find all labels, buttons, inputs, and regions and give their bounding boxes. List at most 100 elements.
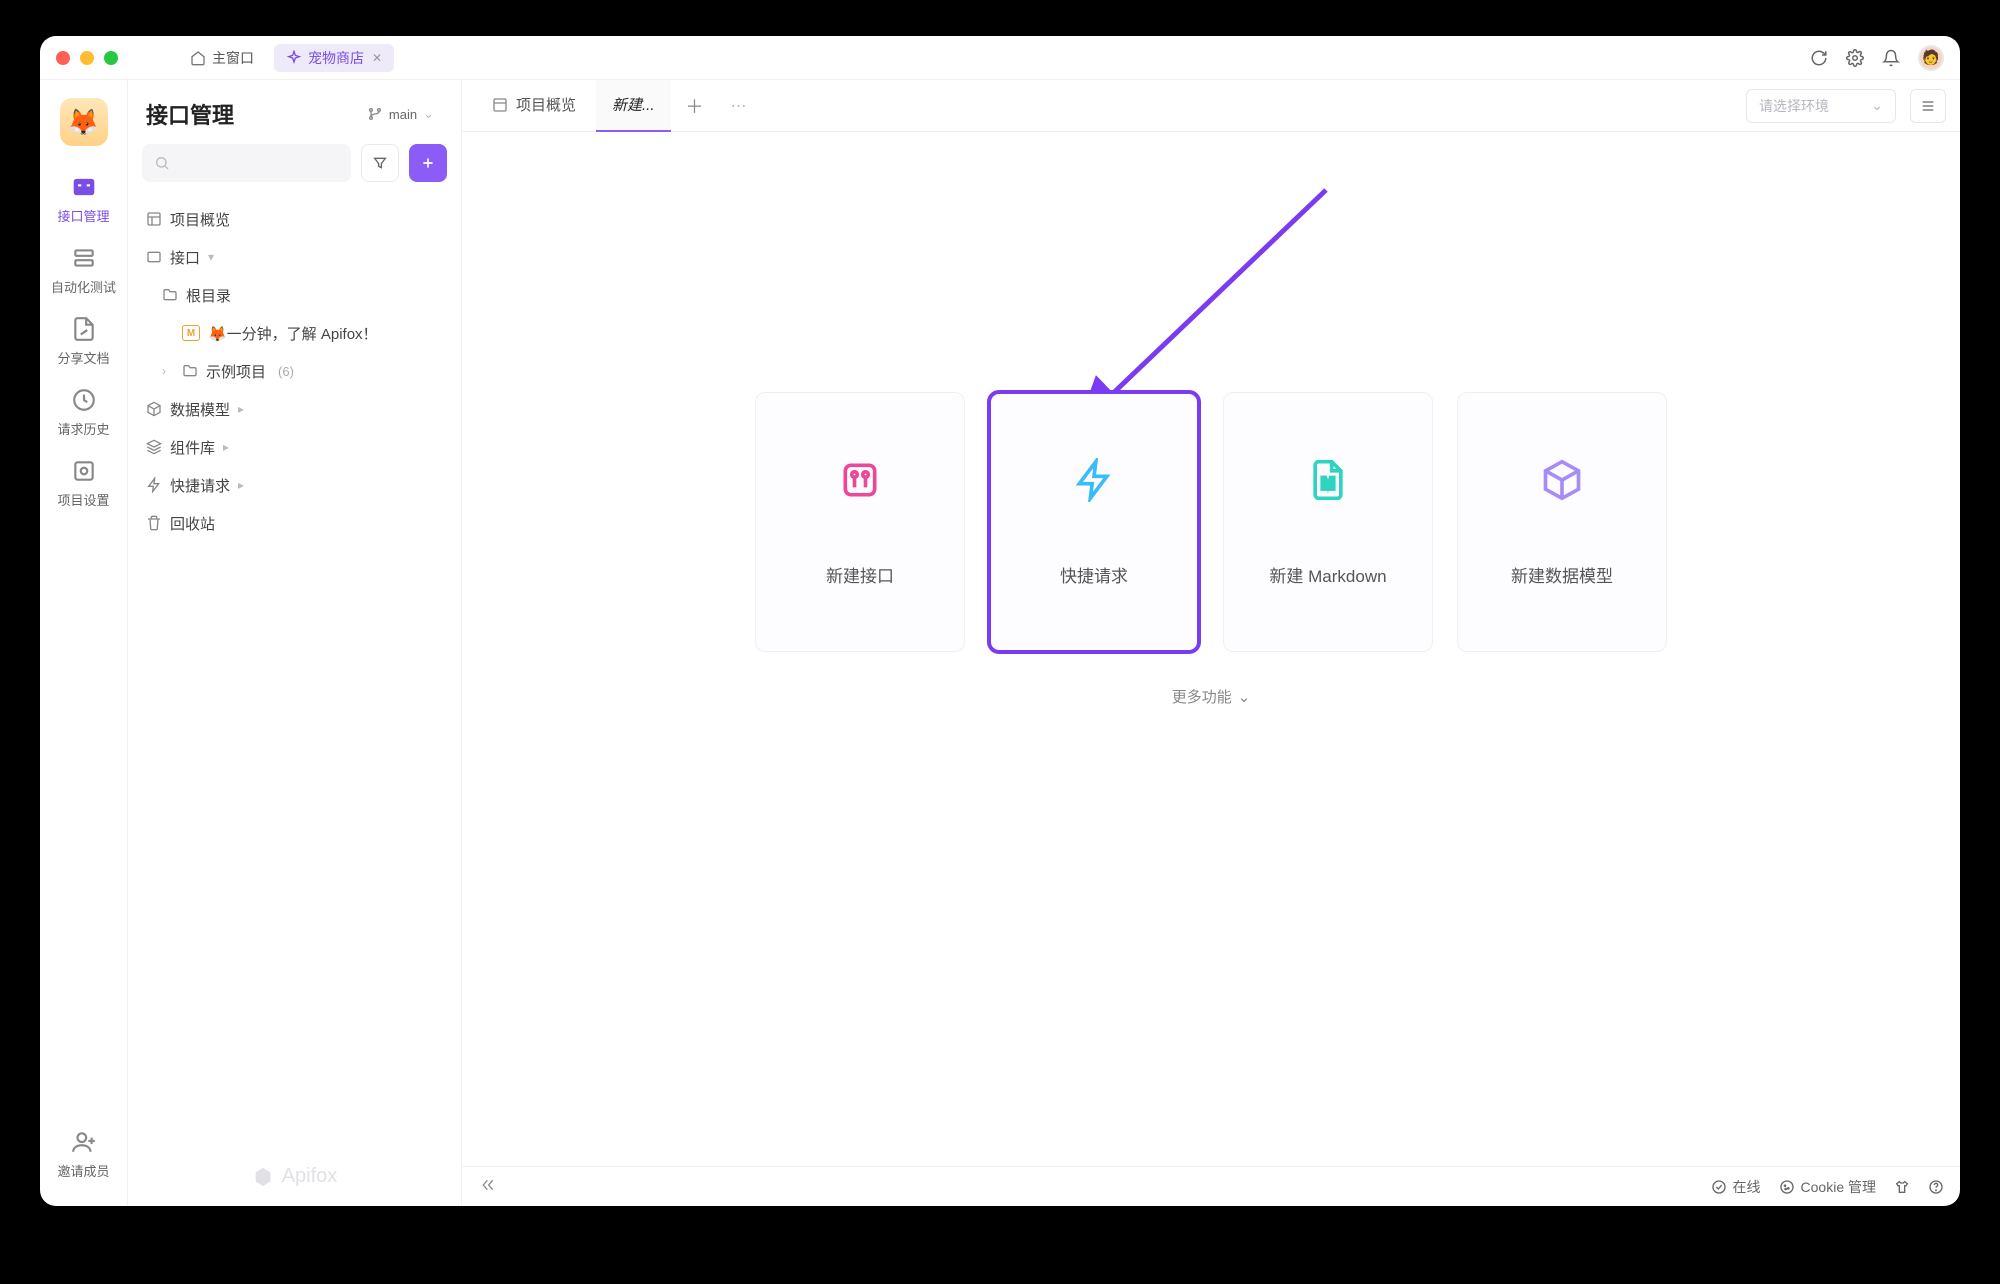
rail-invite[interactable]: 邀请成员 xyxy=(40,1123,128,1194)
markdown-icon: M xyxy=(1306,458,1350,502)
rail-item-label: 项目设置 xyxy=(40,490,128,509)
automation-icon xyxy=(71,245,97,271)
project-settings-icon xyxy=(71,458,97,484)
tree-label: 示例项目 xyxy=(206,361,266,382)
card-new-markdown[interactable]: M 新建 Markdown xyxy=(1223,392,1433,652)
close-icon[interactable] xyxy=(56,51,70,65)
branch-selector[interactable]: main ⌄ xyxy=(358,101,443,127)
status-extension[interactable] xyxy=(1894,1179,1910,1195)
collapse-icon xyxy=(478,1177,498,1193)
rail-item-label: 请求历史 xyxy=(40,419,128,438)
watermark: Apifox xyxy=(128,1147,461,1206)
bell-icon[interactable] xyxy=(1882,49,1900,67)
titlebar-actions: 🧑 xyxy=(1810,45,1944,71)
check-circle-icon xyxy=(1711,1179,1727,1195)
tab-new[interactable]: 新建... xyxy=(596,80,671,132)
tree-label: 快捷请求 xyxy=(170,475,230,496)
filter-button[interactable] xyxy=(361,144,399,182)
chevron-right-icon: ▸ xyxy=(238,402,250,416)
api-badge-icon xyxy=(146,249,162,265)
chevron-right-icon: ▸ xyxy=(238,478,250,492)
tree-label: 根目录 xyxy=(186,285,231,306)
settings-icon[interactable] xyxy=(1846,49,1864,67)
environment-select[interactable]: 请选择环境 ⌄ xyxy=(1746,89,1896,123)
search-input[interactable] xyxy=(142,144,351,182)
refresh-icon[interactable] xyxy=(1810,49,1828,67)
tab-more-button[interactable]: ⋯ xyxy=(719,96,759,116)
status-help[interactable] xyxy=(1928,1179,1944,1195)
cookie-icon xyxy=(1779,1179,1795,1195)
tab-label: 项目概览 xyxy=(516,94,576,115)
tree-overview[interactable]: 项目概览 xyxy=(136,200,453,238)
minimize-icon[interactable] xyxy=(80,51,94,65)
canvas: 新建接口 快捷请求 M 新建 Markdown 新建数据模型 xyxy=(462,132,1960,1166)
help-icon xyxy=(1928,1179,1944,1195)
plus-icon xyxy=(420,155,436,171)
filter-icon xyxy=(372,155,388,171)
tree-count: (6) xyxy=(278,364,294,379)
tab-overview[interactable]: 项目概览 xyxy=(476,80,592,132)
bolt-icon xyxy=(1072,458,1116,502)
cube-icon xyxy=(1540,458,1584,502)
trash-icon xyxy=(146,515,162,531)
sidebar-title: 接口管理 xyxy=(146,98,234,130)
card-new-data-model[interactable]: 新建数据模型 xyxy=(1457,392,1667,652)
card-quick-request[interactable]: 快捷请求 xyxy=(989,392,1199,652)
markdown-icon: M xyxy=(182,325,200,341)
sparkle-icon xyxy=(286,50,302,66)
statusbar: 在线 Cookie 管理 xyxy=(462,1166,1960,1206)
card-new-api[interactable]: 新建接口 xyxy=(755,392,965,652)
main-window-tab[interactable]: 主窗口 xyxy=(178,44,266,72)
layout-icon xyxy=(492,97,508,113)
annotation-arrow xyxy=(1086,180,1346,410)
api-icon xyxy=(71,174,97,200)
tree: 项目概览 接口 ▾ 根目录 M 🦊一分钟，了解 Apifox！ › xyxy=(128,196,461,1147)
traffic-lights xyxy=(56,51,118,65)
tree-guide[interactable]: M 🦊一分钟，了解 Apifox！ xyxy=(136,314,453,352)
tab-add-button[interactable]: ＋ xyxy=(675,93,715,119)
card-label: 新建接口 xyxy=(826,562,894,587)
share-doc-icon xyxy=(71,316,97,342)
rail-item-label: 接口管理 xyxy=(40,206,128,225)
status-cookies[interactable]: Cookie 管理 xyxy=(1779,1177,1876,1197)
card-label: 快捷请求 xyxy=(1060,562,1128,587)
tab-label: 新建... xyxy=(612,94,655,115)
tree-data-model[interactable]: 数据模型 ▸ xyxy=(136,390,453,428)
tree-quick-request[interactable]: 快捷请求 ▸ xyxy=(136,466,453,504)
tree-sample-project[interactable]: › 示例项目 (6) xyxy=(136,352,453,390)
rail-history[interactable]: 请求历史 xyxy=(40,381,128,452)
close-tab-icon[interactable]: ✕ xyxy=(372,51,382,65)
status-label: 在线 xyxy=(1733,1177,1761,1197)
card-label: 新建数据模型 xyxy=(1511,562,1613,587)
rail-automation[interactable]: 自动化测试 xyxy=(40,239,128,310)
more-label: 更多功能 xyxy=(1172,686,1232,707)
status-label: Cookie 管理 xyxy=(1801,1177,1876,1197)
rail-api-management[interactable]: 接口管理 xyxy=(40,168,128,239)
panel-menu-button[interactable] xyxy=(1910,89,1946,123)
chevron-down-icon: ▾ xyxy=(208,250,220,264)
rail-project-settings[interactable]: 项目设置 xyxy=(40,452,128,523)
tree-components[interactable]: 组件库 ▸ xyxy=(136,428,453,466)
avatar[interactable]: 🧑 xyxy=(1918,45,1944,71)
add-button[interactable] xyxy=(409,144,447,182)
more-functions[interactable]: 更多功能 ⌄ xyxy=(1172,686,1251,707)
rail-item-label: 分享文档 xyxy=(40,348,128,367)
tree-trash[interactable]: 回收站 xyxy=(136,504,453,542)
project-tab[interactable]: 宠物商店 ✕ xyxy=(274,44,394,72)
status-online[interactable]: 在线 xyxy=(1711,1177,1761,1197)
chevron-down-icon: ⌄ xyxy=(1238,688,1251,706)
tree-api-root[interactable]: 接口 ▾ xyxy=(136,238,453,276)
maximize-icon[interactable] xyxy=(104,51,118,65)
tabs: 项目概览 新建... ＋ ⋯ 请选择环境 ⌄ xyxy=(462,80,1960,132)
tree-root-folder[interactable]: 根目录 xyxy=(136,276,453,314)
collapse-sidebar-button[interactable] xyxy=(478,1177,498,1196)
chevron-right-icon: › xyxy=(162,364,174,378)
watermark-label: Apifox xyxy=(282,1165,338,1188)
card-label: 新建 Markdown xyxy=(1269,562,1386,587)
rail-item-label: 邀请成员 xyxy=(40,1161,128,1180)
api-icon xyxy=(838,458,882,502)
chevron-down-icon: ⌄ xyxy=(1871,97,1883,114)
bolt-icon xyxy=(146,477,162,493)
app-logo[interactable]: 🦊 xyxy=(60,98,108,146)
rail-share-docs[interactable]: 分享文档 xyxy=(40,310,128,381)
